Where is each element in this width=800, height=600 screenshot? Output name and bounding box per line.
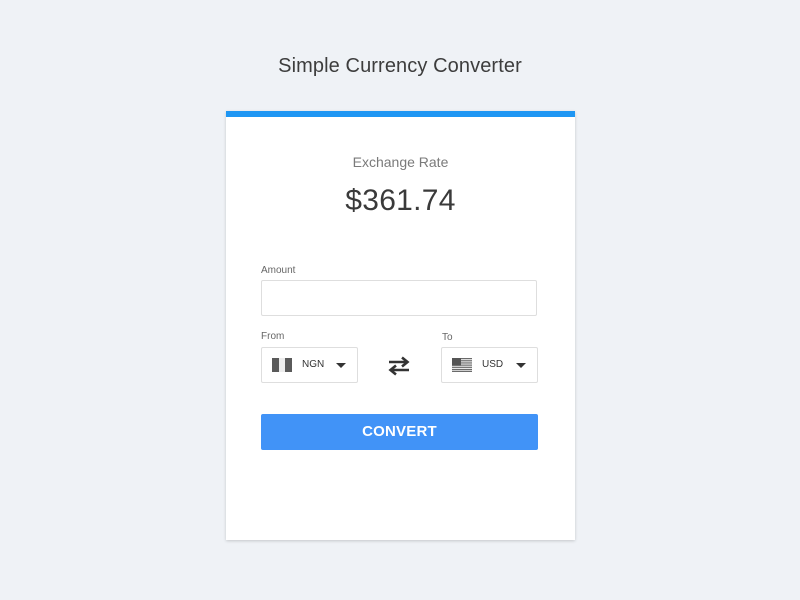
from-currency-code: NGN [302,359,325,370]
page-title: Simple Currency Converter [278,55,522,77]
us-flag-icon [452,358,472,372]
exchange-rate-label: Exchange Rate [352,154,449,170]
converter-card: Exchange Rate $361.74 Amount From NGN To [226,111,575,540]
swap-arrows-icon[interactable] [387,355,411,377]
to-currency-select[interactable]: USD [441,347,538,383]
from-currency-select[interactable]: NGN [261,347,358,383]
amount-input[interactable] [261,280,537,316]
amount-label: Amount [261,265,296,276]
caret-down-icon [336,363,346,368]
exchange-rate-value: $361.74 [345,184,456,217]
card-accent-bar [226,111,575,117]
nigeria-flag-icon [272,358,292,372]
caret-down-icon [516,363,526,368]
to-currency-code: USD [482,359,504,370]
from-label: From [261,331,285,342]
to-label: To [442,332,453,343]
convert-button[interactable]: CONVERT [261,414,538,450]
